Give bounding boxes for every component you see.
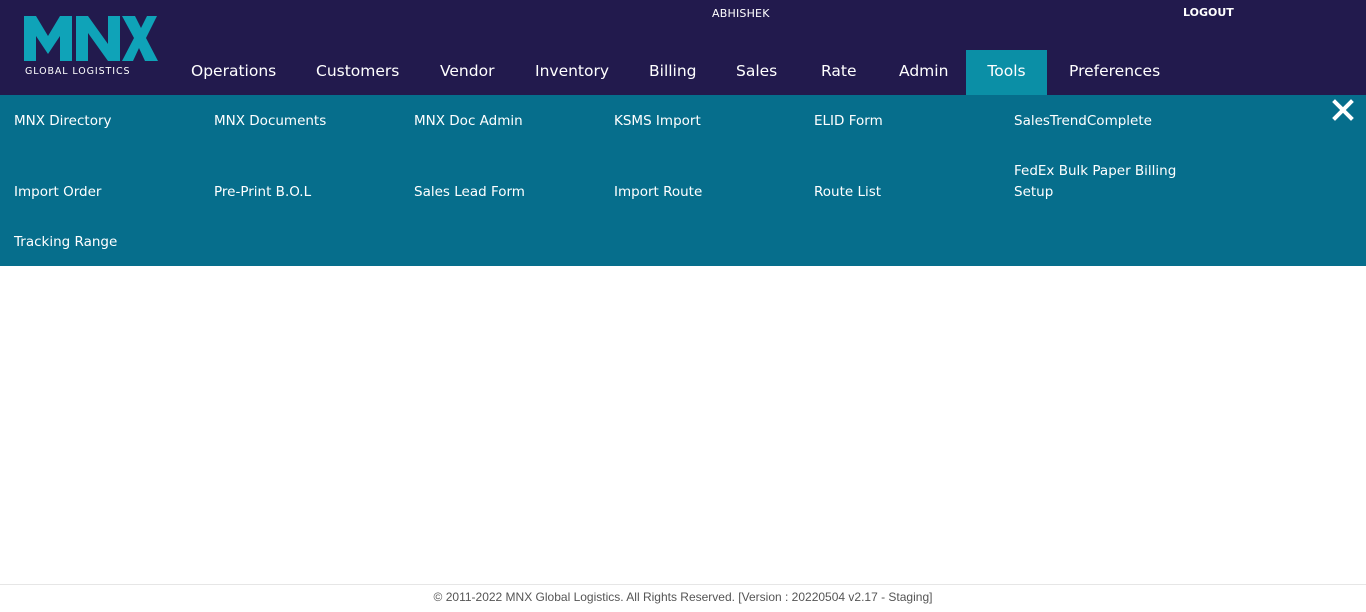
- nav-customers[interactable]: Customers: [316, 50, 399, 95]
- link-mnx-documents[interactable]: MNX Documents: [214, 111, 326, 132]
- top-header: GLOBAL LOGISTICS ABHISHEK LOGOUT Operati…: [0, 0, 1366, 95]
- logout-link[interactable]: LOGOUT: [1183, 6, 1234, 19]
- main-nav: Operations Customers Vendor Inventory Bi…: [0, 50, 1366, 95]
- link-route-list[interactable]: Route List: [814, 182, 881, 203]
- link-import-order[interactable]: Import Order: [14, 182, 101, 203]
- nav-rate[interactable]: Rate: [821, 50, 857, 95]
- link-sales-lead-form[interactable]: Sales Lead Form: [414, 182, 525, 203]
- link-import-route[interactable]: Import Route: [614, 182, 702, 203]
- nav-vendor[interactable]: Vendor: [440, 50, 494, 95]
- nav-admin[interactable]: Admin: [899, 50, 948, 95]
- nav-operations[interactable]: Operations: [191, 50, 276, 95]
- link-elid-form[interactable]: ELID Form: [814, 111, 883, 132]
- nav-tools[interactable]: Tools: [966, 50, 1047, 95]
- close-icon[interactable]: [1332, 99, 1354, 121]
- link-pre-print-bol[interactable]: Pre-Print B.O.L: [214, 182, 311, 203]
- footer-copyright: © 2011-2022 MNX Global Logistics. All Ri…: [433, 590, 933, 604]
- nav-preferences[interactable]: Preferences: [1069, 50, 1160, 95]
- tools-submenu: MNX Directory MNX Documents MNX Doc Admi…: [0, 95, 1366, 266]
- link-mnx-directory[interactable]: MNX Directory: [14, 111, 112, 132]
- nav-inventory[interactable]: Inventory: [535, 50, 609, 95]
- link-fedex-bulk-paper-billing-setup[interactable]: FedEx Bulk Paper Billing Setup: [1014, 161, 1194, 203]
- link-tracking-range[interactable]: Tracking Range: [14, 232, 117, 253]
- link-ksms-import[interactable]: KSMS Import: [614, 111, 701, 132]
- link-mnx-doc-admin[interactable]: MNX Doc Admin: [414, 111, 523, 132]
- user-name: ABHISHEK: [712, 7, 770, 20]
- footer-divider: [0, 584, 1366, 585]
- nav-billing[interactable]: Billing: [649, 50, 697, 95]
- link-sales-trend-complete[interactable]: SalesTrendComplete: [1014, 111, 1152, 132]
- nav-sales[interactable]: Sales: [736, 50, 777, 95]
